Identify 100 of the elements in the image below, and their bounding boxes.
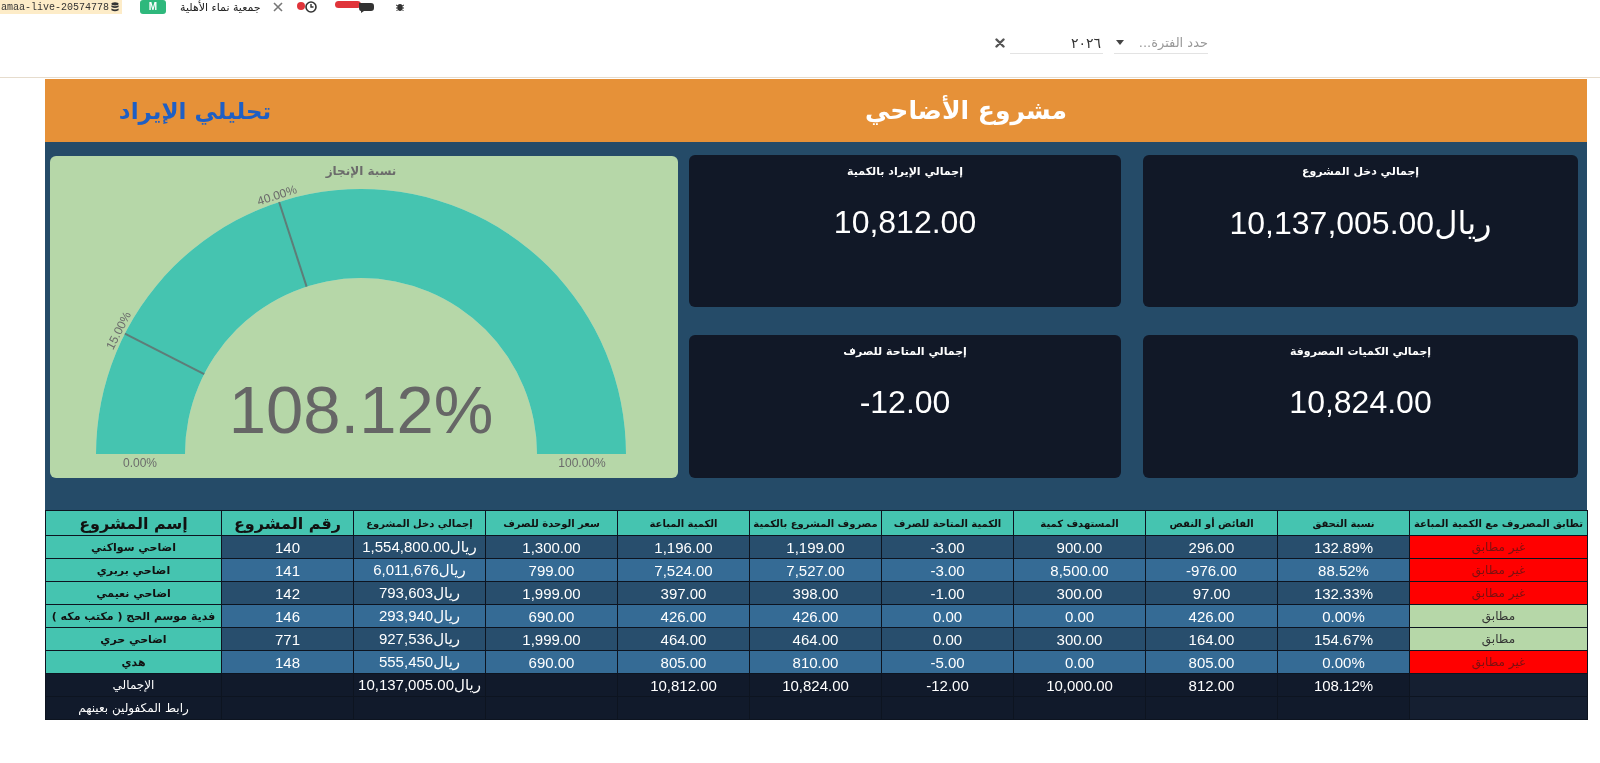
table-cell: 426.00 <box>1145 604 1278 628</box>
table-cell: 0.00% <box>1277 604 1410 628</box>
table-cell: -12.00 <box>881 673 1014 697</box>
table-cell: 296.00 <box>1145 535 1278 559</box>
table-cell: 397.00 <box>617 581 750 605</box>
table-cell: -5.00 <box>881 650 1014 674</box>
table-cell: 1,300.00 <box>485 535 618 559</box>
table-cell: 927,536ريال <box>353 627 486 651</box>
company-name: جمعية نماء الأهلية <box>180 0 261 14</box>
table-cell: اضاحي نعيمي <box>45 581 222 605</box>
chat-icon[interactable] <box>334 1 377 13</box>
match-status: مطابق <box>1409 627 1588 651</box>
card-title: إجمالي الكميات المصروفة <box>1289 345 1432 358</box>
table-cell: اضاحي بربري <box>45 558 222 582</box>
card-value: 10,137,005.00ريال <box>1229 204 1492 242</box>
database-icon <box>111 2 120 12</box>
table-cell: 690.00 <box>485 604 618 628</box>
tick-label: 40.00% <box>255 182 299 209</box>
clock-icon[interactable] <box>296 1 319 13</box>
table-cell: 164.00 <box>1145 627 1278 651</box>
table-cell: 141 <box>221 558 354 582</box>
year-field[interactable]: ٢٠٢٦ <box>1010 32 1103 54</box>
table-cell: 0.00 <box>881 627 1014 651</box>
table-cell: -976.00 <box>1145 558 1278 582</box>
table-cell: 805.00 <box>1145 650 1278 674</box>
table-cell: الإجمالي <box>45 673 222 697</box>
table-cell: 1,199.00 <box>749 535 882 559</box>
table-cell: 900.00 <box>1013 535 1146 559</box>
table-cell: 464.00 <box>749 627 882 651</box>
column-header: تطابق المصروف مع الكمية المباعة <box>1409 510 1588 536</box>
match-status: غير مطابق <box>1409 581 1588 605</box>
table-cell: 6,011,676ريال <box>353 558 486 582</box>
column-header: مصروف المشروع بالكمية <box>749 510 882 536</box>
database-name: amaa-live-20574778 <box>1 1 110 13</box>
column-header: رقم المشروع <box>221 510 354 536</box>
table-cell: رابط المكفولين بعينهم <box>45 696 222 720</box>
table-cell: 1,999.00 <box>485 581 618 605</box>
table-cell: 555,450ريال <box>353 650 486 674</box>
table-cell: 132.33% <box>1277 581 1410 605</box>
dashboard-title: مشروع الأضاحي <box>864 96 1068 125</box>
table-cell: 300.00 <box>1013 627 1146 651</box>
table-cell: 793,603ريال <box>353 581 486 605</box>
scale-label: 100.00% <box>558 456 606 470</box>
table-cell: 148 <box>221 650 354 674</box>
table-cell: 97.00 <box>1145 581 1278 605</box>
table-cell: 10,824.00 <box>749 673 882 697</box>
table-cell: 1,196.00 <box>617 535 750 559</box>
table-cell: 293,940ريال <box>353 604 486 628</box>
match-status: مطابق <box>1409 604 1588 628</box>
card-title: إجمالي الإيراد بالكمية <box>847 165 963 178</box>
table-cell: 426.00 <box>617 604 750 628</box>
table-cell: 108.12% <box>1277 673 1410 697</box>
table-cell: هدي <box>45 650 222 674</box>
table-cell: -1.00 <box>881 581 1014 605</box>
table-cell: 10,812.00 <box>617 673 750 697</box>
column-header: إسم المشروع <box>45 510 222 536</box>
table-cell: 464.00 <box>617 627 750 651</box>
table-cell: -3.00 <box>881 558 1014 582</box>
table-cell: 398.00 <box>749 581 882 605</box>
match-status: غير مطابق <box>1409 558 1588 582</box>
table-cell: 810.00 <box>749 650 882 674</box>
table-cell: 690.00 <box>485 650 618 674</box>
table-cell: 812.00 <box>1145 673 1278 697</box>
card-value: -12.00 <box>859 384 951 421</box>
card-title: إجمالي دخل المشروع <box>1301 165 1420 178</box>
clear-icon[interactable] <box>995 38 1005 48</box>
table-cell: 426.00 <box>749 604 882 628</box>
column-header: الكمية المتاحة للصرف <box>881 510 1014 536</box>
column-header: إجمالي دخل المشروع <box>353 510 486 536</box>
table-cell: -3.00 <box>881 535 1014 559</box>
table-cell: فدية موسم الحج ( مكتب مكه ) <box>45 604 222 628</box>
table-cell: 7,524.00 <box>617 558 750 582</box>
table-cell: 154.67% <box>1277 627 1410 651</box>
caret-icon <box>1116 40 1124 45</box>
bug-icon[interactable] <box>394 2 405 12</box>
column-header: الفائض أو النقص <box>1145 510 1278 536</box>
table-cell: 140 <box>221 535 354 559</box>
table-cell: 1,999.00 <box>485 627 618 651</box>
table-cell: 300.00 <box>1013 581 1146 605</box>
table-cell: 0.00 <box>1013 604 1146 628</box>
section-title: تحليلي الإيراد <box>117 97 273 124</box>
table-cell: 805.00 <box>617 650 750 674</box>
card-title: إجمالي المتاحة للصرف <box>843 345 967 358</box>
table-cell: 142 <box>221 581 354 605</box>
table-cell: 7,527.00 <box>749 558 882 582</box>
table-cell: اضاحي سواكني <box>45 535 222 559</box>
table-cell: 1,554,800.00ريال <box>353 535 486 559</box>
table-cell: 8,500.00 <box>1013 558 1146 582</box>
column-header: الكمية المباعة <box>617 510 750 536</box>
table-cell: 0.00 <box>881 604 1014 628</box>
column-header: نسبة التحقق <box>1277 510 1410 536</box>
card-value: 10,824.00 <box>1289 384 1432 421</box>
table-cell: اضاحي حري <box>45 627 222 651</box>
card-value: 10,812.00 <box>833 204 977 241</box>
period-select[interactable]: حدد الفترة... <box>1114 32 1208 54</box>
close-icon[interactable] <box>272 2 283 12</box>
table-cell: 88.52% <box>1277 558 1410 582</box>
table-cell: 10,137,005.00ريال <box>353 673 486 697</box>
column-header: المستهدف كمية <box>1013 510 1146 536</box>
match-status: غير مطابق <box>1409 535 1588 559</box>
